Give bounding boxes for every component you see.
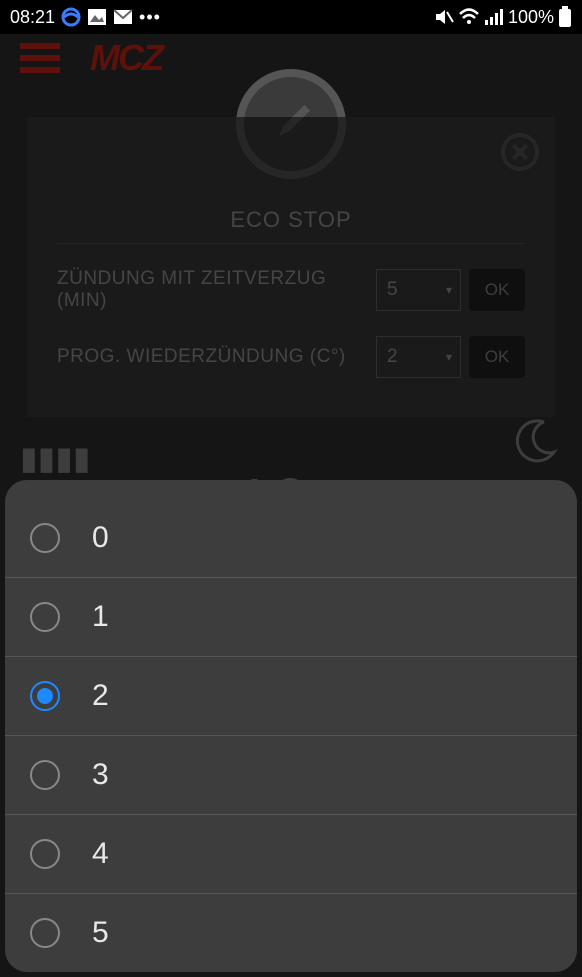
mute-icon (434, 7, 454, 27)
radio-icon (30, 760, 60, 790)
app-logo: MCZ (90, 37, 162, 79)
value-picker-sheet: 0 1 2 3 4 5 (5, 480, 577, 972)
picker-option-label: 1 (92, 600, 109, 634)
status-bar: 08:21 ••• 100% (0, 0, 582, 34)
notification-overflow-icon: ••• (139, 7, 161, 28)
picker-option-label: 5 (92, 916, 109, 950)
picker-option-label: 0 (92, 521, 109, 555)
image-icon (87, 7, 107, 27)
battery-icon (558, 6, 572, 28)
picker-option[interactable]: 5 (5, 893, 577, 972)
picker-option-label: 3 (92, 758, 109, 792)
picker-option[interactable]: 0 (5, 498, 577, 577)
menu-button[interactable] (20, 43, 60, 73)
picker-option[interactable]: 1 (5, 577, 577, 656)
picker-option[interactable]: 3 (5, 735, 577, 814)
picker-option-label: 4 (92, 837, 109, 871)
picker-option-label: 2 (92, 679, 109, 713)
picker-option[interactable]: 4 (5, 814, 577, 893)
status-time: 08:21 (10, 7, 55, 28)
radio-icon (30, 602, 60, 632)
radio-icon (30, 839, 60, 869)
modal-overlay[interactable] (27, 117, 555, 417)
wifi-icon (458, 7, 480, 27)
picker-option[interactable]: 2 (5, 656, 577, 735)
radio-icon (30, 918, 60, 948)
signal-icon (484, 7, 504, 27)
battery-percent: 100% (508, 7, 554, 28)
eco-stop-modal: ECO STOP ZÜNDUNG MIT ZEITVERZUG (MIN) 5 … (27, 117, 555, 417)
night-mode-icon (506, 414, 562, 470)
mail-icon (113, 7, 133, 27)
radio-icon (30, 681, 60, 711)
radio-icon (30, 523, 60, 553)
bixby-icon (61, 7, 81, 27)
